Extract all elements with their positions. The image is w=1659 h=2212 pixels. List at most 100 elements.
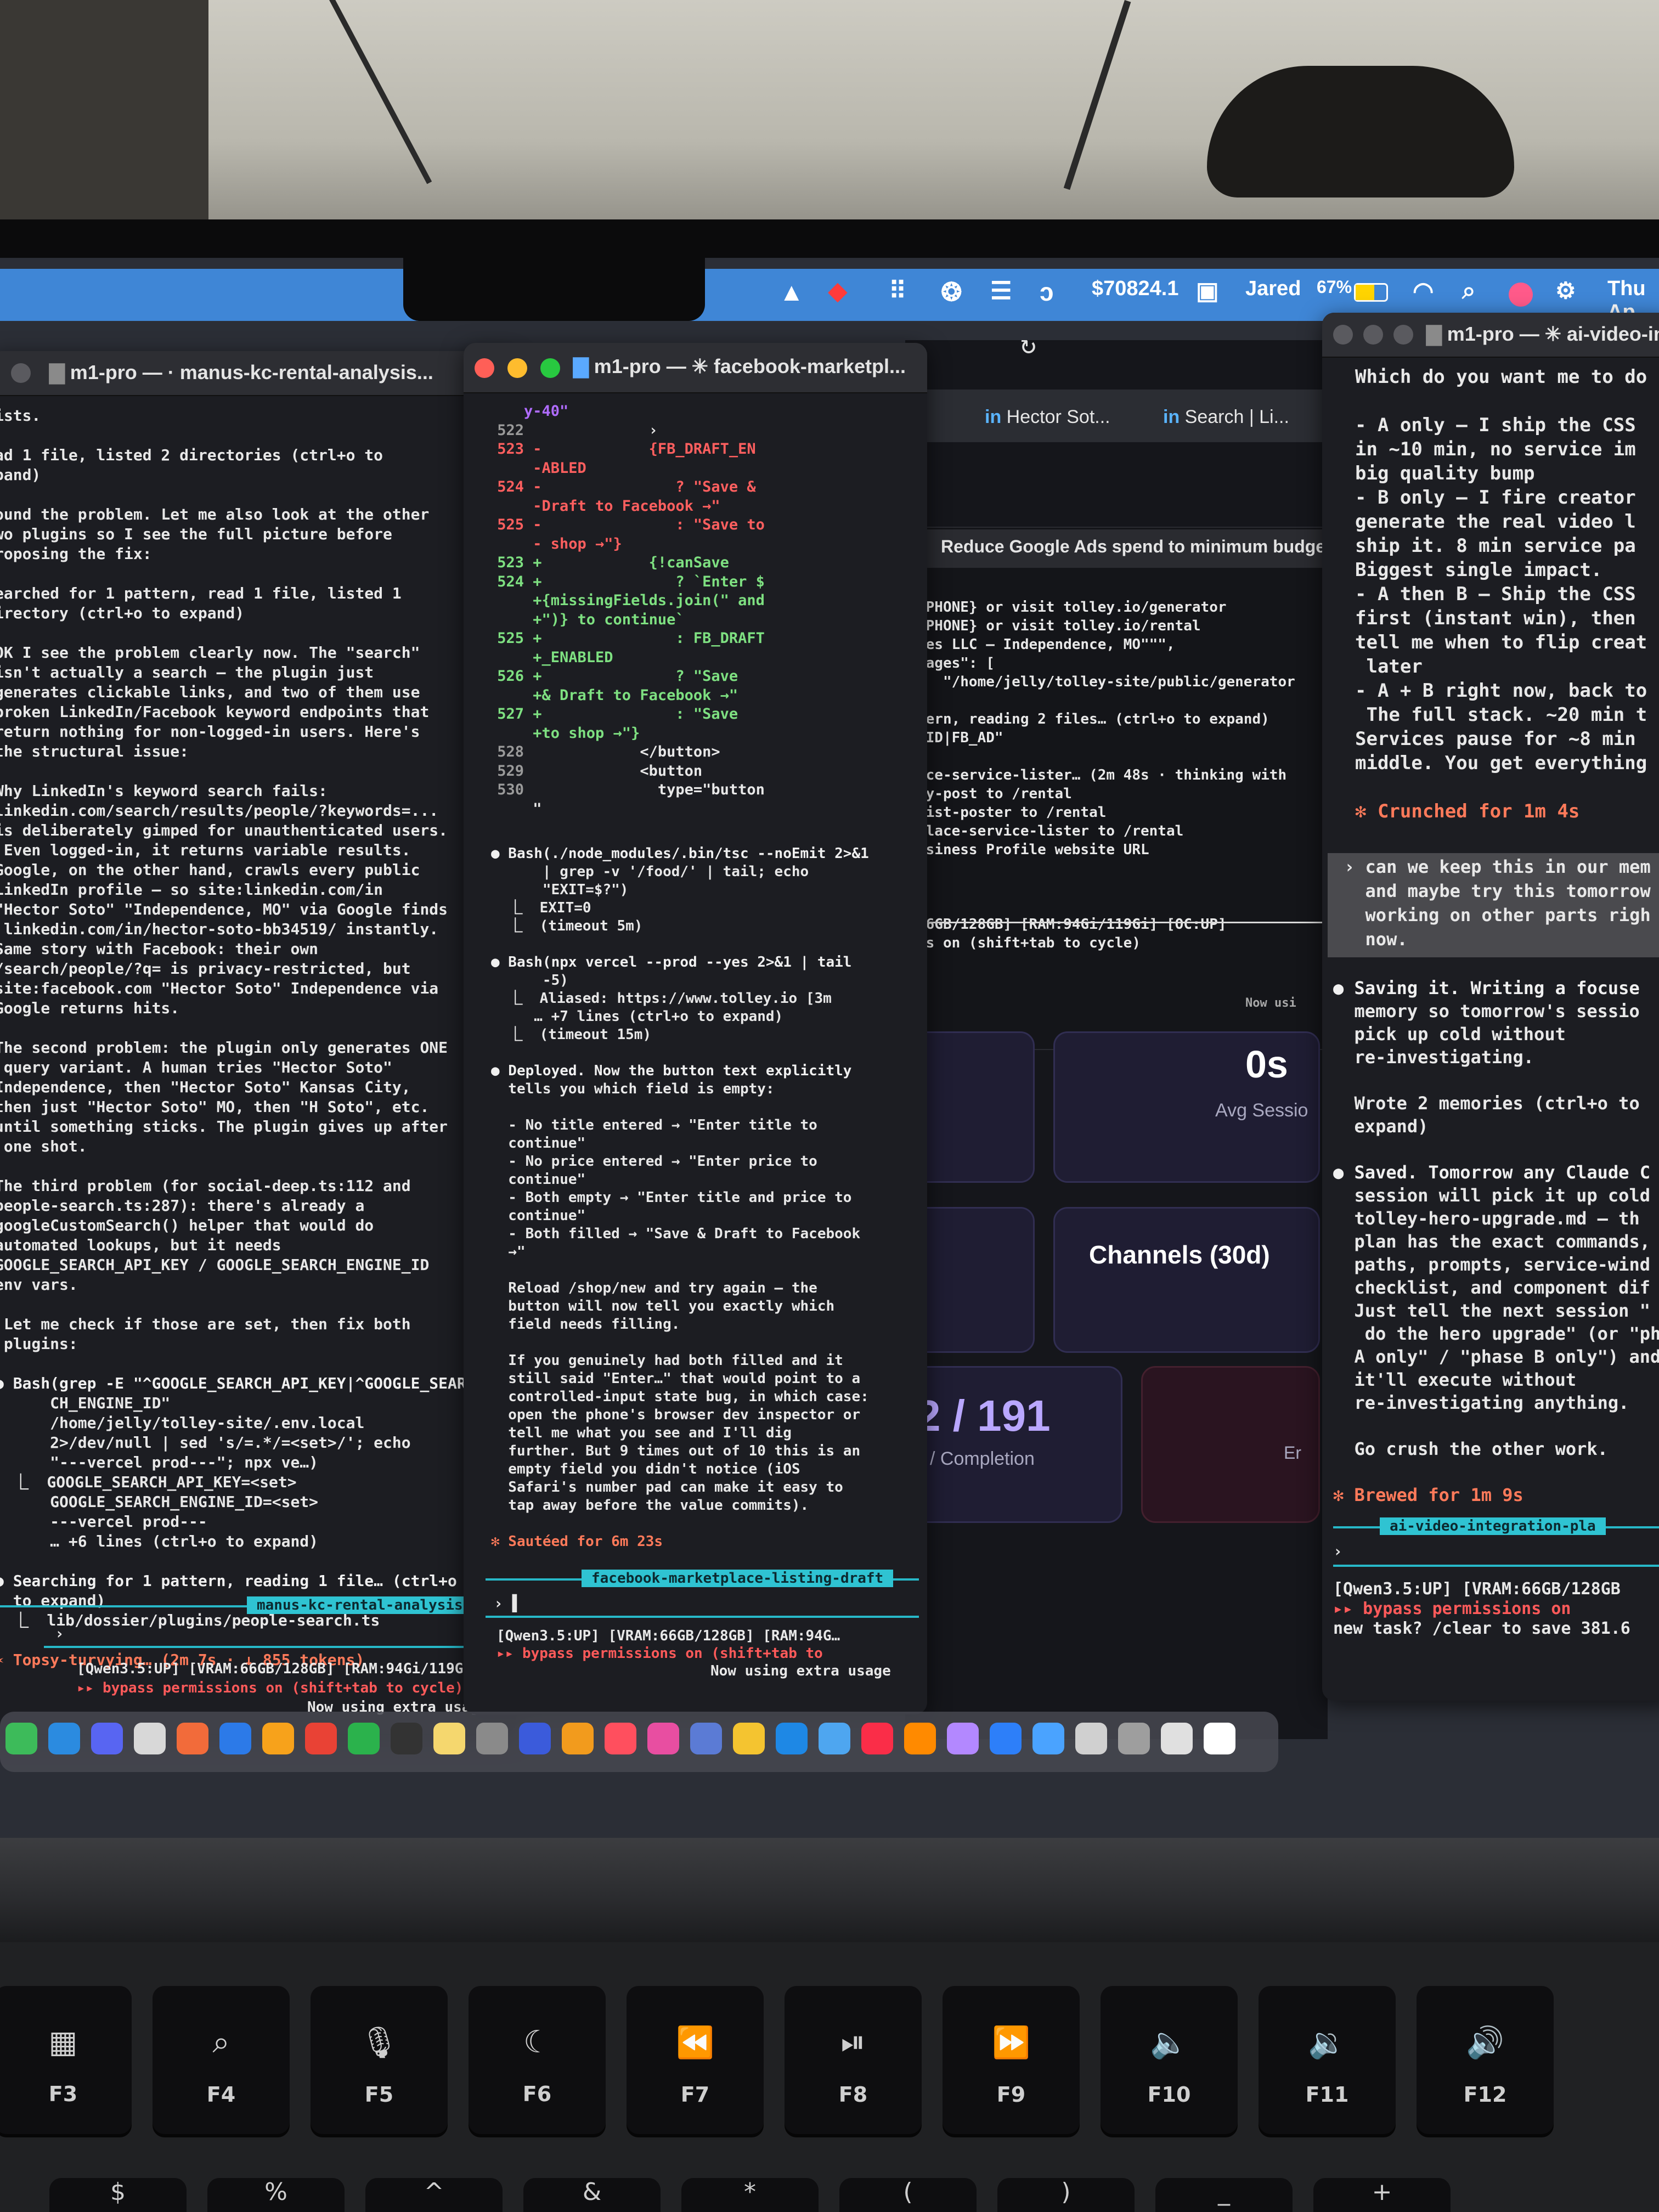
- number-key[interactable]: $: [49, 2178, 187, 2212]
- terminal-line: … +7 lines (ctrl+o to expand): [491, 1008, 783, 1025]
- number-key[interactable]: ^: [365, 2178, 503, 2212]
- prompt-caret[interactable]: ›: [55, 1624, 64, 1644]
- dock-app-icon[interactable]: [690, 1723, 722, 1754]
- diff-text: - : "Save to: [524, 516, 765, 533]
- dock-app-icon[interactable]: [305, 1723, 337, 1754]
- number-key[interactable]: (: [839, 2178, 977, 2212]
- dock-app-icon[interactable]: [48, 1723, 80, 1754]
- diff-line: 527 + : "Save: [475, 705, 765, 724]
- terminal-window-right[interactable]: ▇ m1-pro — ✳ ai-video-in Which do you wa…: [1322, 313, 1659, 1701]
- dock-app-icon[interactable]: [134, 1723, 166, 1754]
- dock-app-icon[interactable]: [1204, 1723, 1235, 1754]
- chatgpt-icon[interactable]: ❂: [941, 277, 962, 307]
- number-key[interactable]: &: [523, 2178, 661, 2212]
- terminal-window-left[interactable]: ▇ m1-pro — · manus-kc-rental-analysis...…: [0, 351, 516, 1734]
- dock-app-icon[interactable]: [91, 1723, 123, 1754]
- completion-card[interactable]: [900, 1366, 1122, 1523]
- dock-app-icon[interactable]: [476, 1723, 508, 1754]
- key-f11[interactable]: 🔉 F11: [1259, 1986, 1396, 2134]
- dock-app-icon[interactable]: [647, 1723, 679, 1754]
- dock-app-icon[interactable]: [819, 1723, 850, 1754]
- session-name-chip: manus-kc-rental-analysis: [247, 1596, 473, 1614]
- dock-app-icon[interactable]: [1032, 1723, 1064, 1754]
- key-f6[interactable]: ☾ F6: [469, 1986, 606, 2134]
- dock-app-icon[interactable]: [861, 1723, 893, 1754]
- key-f12[interactable]: 🔊 F12: [1417, 1986, 1554, 2134]
- dock-app-icon[interactable]: [1075, 1723, 1107, 1754]
- dock-app-icon[interactable]: [433, 1723, 465, 1754]
- terminal-line: ⎿ (timeout 5m): [491, 918, 643, 934]
- key-f3[interactable]: ▦ F3: [0, 1986, 132, 2134]
- siri-icon[interactable]: [1509, 283, 1533, 307]
- diff-text: <button: [524, 762, 703, 780]
- stat-label: Avg Sessio: [1215, 1100, 1308, 1121]
- dock-app-icon[interactable]: [391, 1723, 422, 1754]
- control-center-icon[interactable]: ⚙: [1555, 277, 1576, 304]
- status-line: [Qwen3.5:UP] [VRAM:66GB/128GB: [1333, 1579, 1621, 1599]
- key-f8[interactable]: ⏯ F8: [785, 1986, 922, 2134]
- close-button[interactable]: [1333, 325, 1353, 345]
- battery-icon[interactable]: [1354, 283, 1388, 302]
- alert-icon[interactable]: ◆: [828, 277, 847, 305]
- dock-app-icon[interactable]: [562, 1723, 594, 1754]
- dock-app-icon[interactable]: [177, 1723, 208, 1754]
- terminal-line: pand): [0, 466, 41, 484]
- dock-app-icon[interactable]: [990, 1723, 1022, 1754]
- dock-app-icon[interactable]: [605, 1723, 636, 1754]
- key-f5[interactable]: 🎙 F5: [311, 1986, 448, 2134]
- number-key[interactable]: *: [681, 2178, 819, 2212]
- key-f9[interactable]: ⏩ F9: [943, 1986, 1080, 2134]
- dock-app-icon[interactable]: [219, 1723, 251, 1754]
- close-button[interactable]: [475, 358, 494, 378]
- session-divider: [1333, 1565, 1659, 1567]
- search-icon[interactable]: ⌕: [1462, 277, 1476, 304]
- channels-card[interactable]: [1053, 1207, 1320, 1353]
- prompt-line: and maybe try this tomorrow: [1344, 881, 1651, 901]
- grid-icon[interactable]: ⠿: [889, 277, 906, 305]
- dock-app-icon[interactable]: [5, 1723, 37, 1754]
- dock-app-icon[interactable]: [348, 1723, 380, 1754]
- dock-app-icon[interactable]: [1118, 1723, 1150, 1754]
- prompt-caret[interactable]: › ▌: [494, 1594, 522, 1613]
- dock-app-icon[interactable]: [947, 1723, 979, 1754]
- line-number: 525: [497, 516, 524, 533]
- balance-display[interactable]: $70824.1: [1092, 277, 1179, 301]
- minimize-button[interactable]: [507, 358, 527, 378]
- layers-icon[interactable]: ☰: [990, 277, 1012, 305]
- number-key[interactable]: %: [207, 2178, 345, 2212]
- terminal-line: expand): [1333, 1116, 1429, 1137]
- browser-tab-hector[interactable]: in Hector Sot...: [985, 398, 1110, 436]
- dock-app-icon[interactable]: [519, 1723, 551, 1754]
- close-button[interactable]: [11, 363, 31, 383]
- browser-tab-search[interactable]: in Search | Li...: [1163, 398, 1289, 436]
- terminal-window-middle[interactable]: ▇ m1-pro — ✳ facebook-marketpl... y-40" 5…: [464, 343, 927, 1714]
- prompt-caret[interactable]: ›: [1333, 1542, 1342, 1561]
- number-key[interactable]: +: [1313, 2178, 1451, 2212]
- dock-app-icon[interactable]: [733, 1723, 765, 1754]
- dock-app-icon[interactable]: [904, 1723, 936, 1754]
- user-name[interactable]: Jared: [1245, 277, 1301, 301]
- wifi-icon[interactable]: ◠: [1413, 277, 1434, 305]
- number-key[interactable]: ): [997, 2178, 1135, 2212]
- key-f10[interactable]: 🔈 F10: [1101, 1986, 1238, 2134]
- minimize-button[interactable]: [1363, 325, 1383, 345]
- dock-app-icon[interactable]: [1161, 1723, 1193, 1754]
- zoom-button[interactable]: [1393, 325, 1413, 345]
- dock-app-icon[interactable]: [262, 1723, 294, 1754]
- number-key[interactable]: _: [1155, 2178, 1293, 2212]
- window-icon[interactable]: ▣: [1196, 277, 1219, 305]
- vlc-icon[interactable]: ▲: [779, 277, 804, 307]
- key-f4[interactable]: ⌕ F4: [153, 1986, 290, 2134]
- key-f7[interactable]: ⏪ F7: [627, 1986, 764, 2134]
- diff-text: +{missingFields.join(" and: [524, 592, 765, 609]
- diff-text: + ? `Enter $: [524, 573, 765, 590]
- battery-percent[interactable]: 67%: [1317, 277, 1352, 297]
- zoom-button[interactable]: [540, 358, 560, 378]
- reload-icon[interactable]: ↻: [1020, 329, 1036, 360]
- claude-icon[interactable]: ↄ: [1040, 277, 1054, 307]
- terminal-line: pick up cold without: [1333, 1024, 1566, 1045]
- diff-line: +")} to continue`: [475, 611, 765, 630]
- dock-app-icon[interactable]: [776, 1723, 808, 1754]
